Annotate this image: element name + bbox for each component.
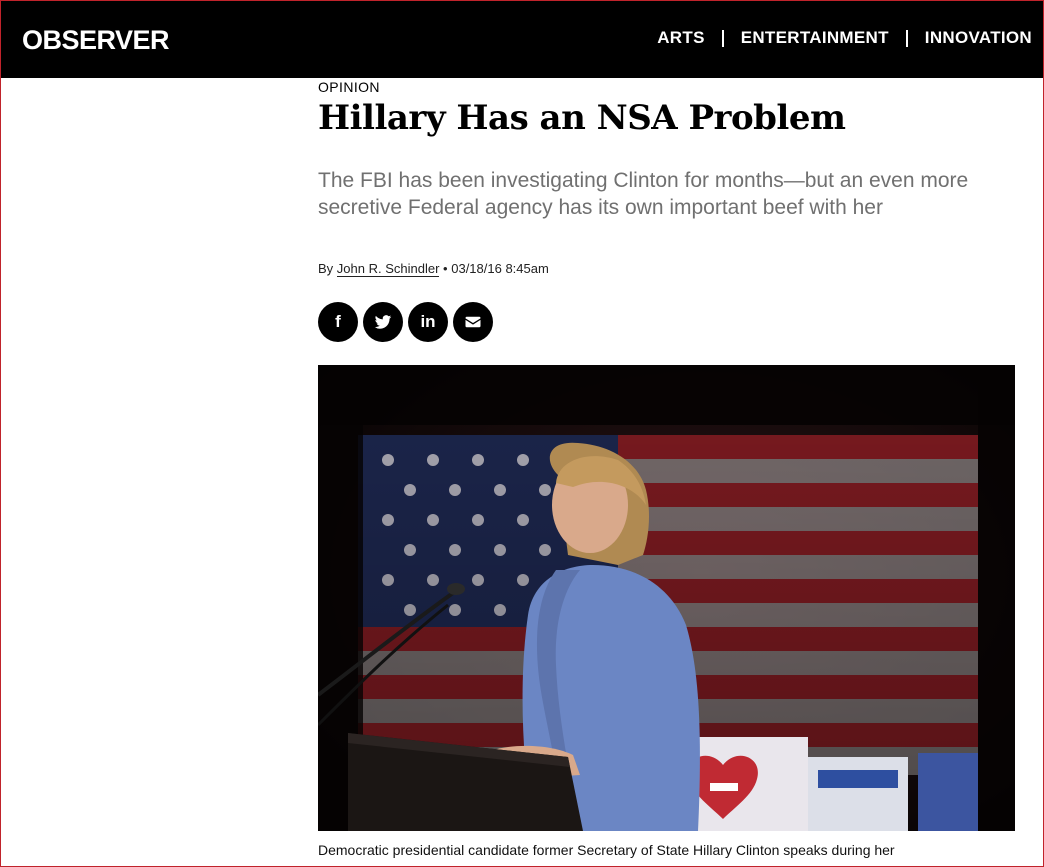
article-headline: Hillary Has an NSA Problem: [318, 98, 846, 138]
publish-date: 03/18/16 8:45am: [451, 261, 549, 276]
envelope-icon: [465, 316, 481, 328]
nav-link-innovation[interactable]: INNOVATION: [925, 28, 1032, 48]
site-logo[interactable]: OBSERVER: [22, 25, 170, 56]
photo-illustration: [318, 365, 1015, 831]
facebook-share-button[interactable]: f: [318, 302, 358, 342]
image-caption: Democratic presidential candidate former…: [318, 842, 895, 858]
nav-divider: [721, 29, 724, 47]
section-nav: ARTS ENTERTAINMENT INNOVATION: [657, 28, 1032, 48]
nav-divider: [905, 29, 908, 47]
facebook-icon: f: [335, 312, 341, 331]
nav-link-entertainment[interactable]: ENTERTAINMENT: [741, 28, 889, 48]
article-subheadline: The FBI has been investigating Clinton f…: [318, 169, 969, 219]
section-label[interactable]: OPINION: [318, 79, 380, 95]
nav-link-arts[interactable]: ARTS: [657, 28, 704, 48]
article-hero-image: [318, 365, 1015, 831]
author-link[interactable]: John R. Schindler: [336, 261, 440, 277]
email-share-button[interactable]: [453, 302, 493, 342]
linkedin-share-button[interactable]: in: [408, 302, 448, 342]
twitter-icon: [374, 315, 392, 329]
byline-prefix: By: [318, 261, 334, 276]
share-buttons: f in: [318, 302, 493, 342]
byline: By John R. Schindler • 03/18/16 8:45am: [318, 261, 549, 277]
linkedin-icon: in: [420, 312, 436, 331]
top-navigation-bar: OBSERVER ARTS ENTERTAINMENT INNOVATION: [1, 1, 1043, 78]
date-separator: •: [443, 261, 448, 276]
twitter-share-button[interactable]: [363, 302, 403, 342]
